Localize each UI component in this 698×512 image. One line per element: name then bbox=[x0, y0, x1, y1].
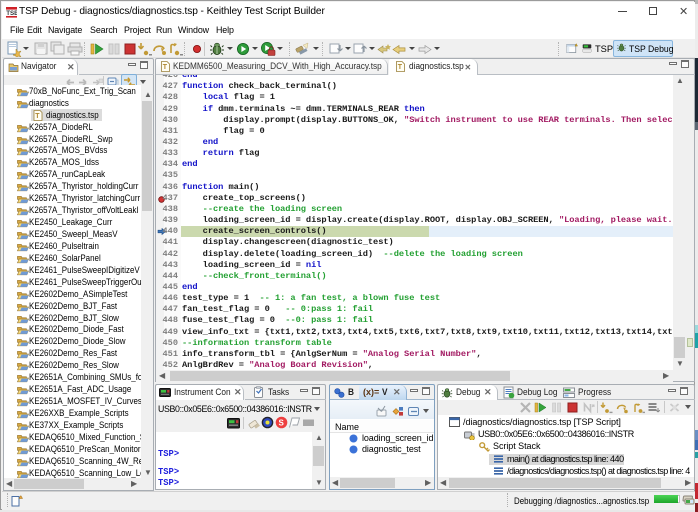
svg-text:T: T bbox=[398, 64, 403, 71]
svg-text:TSB: TSB bbox=[6, 10, 17, 17]
svg-text:T: T bbox=[163, 64, 168, 71]
svg-text:T: T bbox=[35, 113, 40, 120]
svg-text:S: S bbox=[279, 418, 285, 427]
